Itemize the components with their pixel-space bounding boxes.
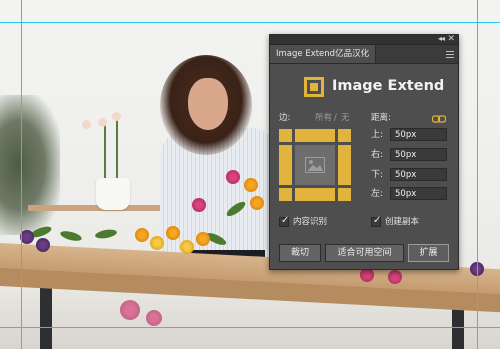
distance-right-label: 右: (371, 150, 384, 160)
edge-top-right-toggle[interactable] (338, 129, 351, 142)
edge-left-toggle[interactable] (279, 145, 292, 185)
image-preview (295, 145, 335, 185)
distance-bottom-label: 下: (371, 170, 384, 180)
distance-bottom-input[interactable]: 50px (390, 168, 447, 181)
panel-tabbar: Image Extend亿品汉化 (270, 45, 458, 64)
checkmark-icon: ✓ (373, 215, 382, 226)
person-face (188, 78, 228, 130)
distance-top-input[interactable]: 50px (390, 128, 447, 141)
distance-left-input[interactable]: 50px (390, 187, 447, 200)
create-copy-checkbox[interactable]: ✓ (371, 215, 382, 227)
crop-button[interactable]: 裁切 (279, 244, 321, 262)
orchid-flower (82, 120, 91, 129)
edges-all-link[interactable]: 所有 (315, 113, 332, 124)
flower (226, 170, 240, 184)
flower (196, 232, 210, 246)
orchid-flower (98, 118, 107, 127)
leaf (59, 229, 83, 243)
canvas-guide-vertical (21, 0, 22, 349)
create-copy-label[interactable]: 创建副本 (385, 217, 419, 228)
edge-selector-grid (279, 129, 351, 201)
edges-label: 边: (279, 113, 291, 123)
edge-top-left-toggle[interactable] (279, 129, 292, 142)
canvas-guide-horizontal (0, 22, 500, 23)
tab-image-extend[interactable]: Image Extend亿品汉化 (270, 45, 377, 63)
flower (192, 198, 206, 212)
table-leg (40, 280, 52, 349)
edge-bottom-left-toggle[interactable] (279, 188, 292, 201)
flower (146, 310, 162, 326)
flower (388, 270, 402, 284)
flower (36, 238, 50, 252)
panel-top-strip[interactable]: ◂◂ ✕ (270, 34, 458, 45)
canvas-guide-horizontal (0, 327, 500, 328)
edge-bottom-right-toggle[interactable] (338, 188, 351, 201)
edge-right-toggle[interactable] (338, 145, 351, 185)
edges-separator: / (334, 113, 337, 123)
double-chevron-icon[interactable]: ◂◂ (438, 34, 445, 44)
image-extend-logo-icon (304, 77, 324, 97)
flower (120, 300, 140, 320)
background-plants (0, 95, 60, 235)
orchid-stem (116, 118, 118, 180)
flower (250, 196, 264, 210)
flower (20, 230, 34, 244)
close-icon[interactable]: ✕ (447, 34, 455, 44)
flower (150, 236, 164, 250)
distance-label: 距离: (371, 113, 391, 123)
link-chain-icon[interactable] (432, 115, 446, 123)
content-aware-label[interactable]: 内容识别 (293, 217, 327, 228)
orchid-stem (104, 125, 106, 180)
flower (360, 268, 374, 282)
edge-top-toggle[interactable] (295, 129, 335, 142)
orchid-flower (112, 112, 121, 121)
canvas-guide-vertical (477, 0, 478, 349)
distance-right-input[interactable]: 50px (390, 148, 447, 161)
image-extend-panel: ◂◂ ✕ Image Extend亿品汉化 Image Extend 边: 所有… (269, 34, 459, 270)
brand-header: Image Extend (270, 75, 458, 101)
content-aware-checkbox[interactable]: ✓ (279, 215, 290, 227)
fit-available-space-button[interactable]: 适合可用空间 (325, 244, 404, 262)
flower (166, 226, 180, 240)
edges-none-link[interactable]: 无 (341, 113, 350, 124)
flower-pot (96, 178, 130, 210)
distance-top-label: 上: (371, 130, 384, 140)
extend-button[interactable]: 扩展 (408, 244, 449, 262)
flower (180, 240, 194, 254)
distance-left-label: 左: (371, 189, 384, 199)
flower (135, 228, 149, 242)
flower (244, 178, 258, 192)
leaf (94, 228, 118, 240)
brand-title: Image Extend (332, 78, 445, 94)
hamburger-menu-icon[interactable] (446, 49, 454, 59)
edge-bottom-toggle[interactable] (295, 188, 335, 201)
checkmark-icon: ✓ (281, 215, 290, 226)
image-icon (305, 157, 325, 173)
